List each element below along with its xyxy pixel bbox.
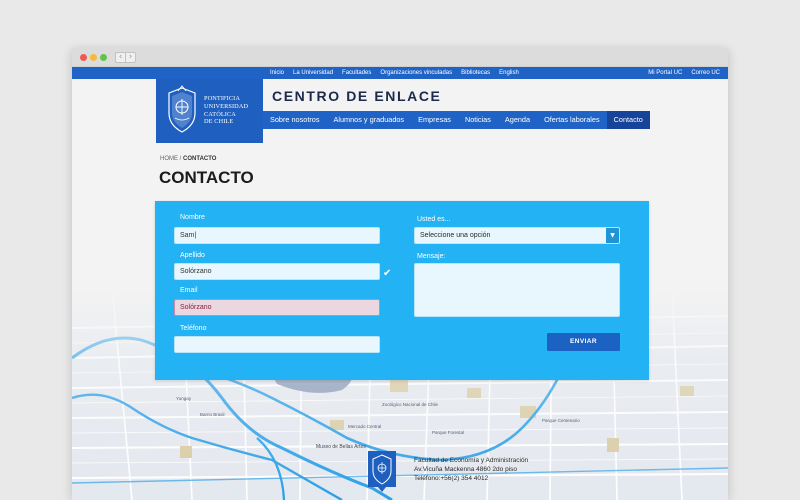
address-block: Facultad de Economía y Administración Av…	[414, 456, 574, 483]
breadcrumb: HOME / CONTACTO	[160, 156, 216, 162]
nav-item-noticias[interactable]: Noticias	[458, 111, 498, 129]
logo-line: CATÓLICA	[204, 110, 236, 118]
top-links: Inicio La Universidad Facultades Organiz…	[270, 67, 519, 79]
map-marker-logo[interactable]	[368, 451, 396, 487]
logo-line: UNIVERSIDAD	[204, 102, 249, 110]
telefono-label: Teléfono	[180, 325, 207, 332]
map-label: Museo de Bellas Artes	[316, 444, 366, 450]
nombre-field[interactable]: Sam|	[174, 227, 380, 244]
logo-line: DE CHILE	[204, 118, 234, 126]
top-links-right: Mi Portal UC Correo UC	[648, 67, 720, 79]
browser-window: ‹ › Inicio La Universidad Facultades Org…	[72, 48, 728, 500]
chevron-down-icon[interactable]: ▼	[606, 228, 619, 243]
map-label: Parque Centenario	[542, 418, 580, 423]
nav-item-empresas[interactable]: Empresas	[411, 111, 458, 129]
top-link-organizaciones[interactable]: Organizaciones vinculadas	[380, 67, 452, 79]
nav-item-sobre-nosotros[interactable]: Sobre nosotros	[263, 111, 327, 129]
top-link-universidad[interactable]: La Universidad	[293, 67, 333, 79]
close-window-dot[interactable]	[80, 54, 87, 61]
minimize-window-dot[interactable]	[90, 54, 97, 61]
email-field[interactable]: Solórzano	[174, 299, 380, 316]
maximize-window-dot[interactable]	[100, 54, 107, 61]
top-link-facultades[interactable]: Facultades	[342, 67, 371, 79]
map-label: Yungay	[176, 396, 192, 401]
browser-chrome: ‹ ›	[72, 48, 728, 67]
top-link-mi-portal[interactable]: Mi Portal UC	[648, 67, 682, 79]
site-title: CENTRO DE ENLACE	[272, 88, 442, 104]
mensaje-label: Mensaje:	[417, 253, 446, 260]
logo-text: PONTIFICIA UNIVERSIDAD CATÓLICA DE CHILE	[204, 95, 262, 126]
contact-form: Nombre Sam| Apellido Solórzano ✔ Email S…	[155, 201, 649, 380]
main-navigation: Sobre nosotros Alumnos y graduados Empre…	[263, 111, 650, 129]
map-label: Parque Forestal	[432, 430, 464, 435]
apellido-label: Apellido	[180, 252, 205, 259]
nav-item-agenda[interactable]: Agenda	[498, 111, 537, 129]
university-seal-icon	[168, 85, 196, 133]
breadcrumb-home[interactable]: HOME	[160, 156, 178, 162]
map-label: Barrio Brasil	[200, 412, 225, 417]
nav-item-contacto[interactable]: Contacto	[606, 111, 650, 129]
mensaje-textarea[interactable]	[414, 263, 620, 317]
email-label: Email	[180, 287, 198, 294]
top-utility-bar: Inicio La Universidad Facultades Organiz…	[72, 67, 728, 79]
map-label: Mercado Central	[348, 424, 381, 429]
telefono-field[interactable]	[174, 336, 380, 353]
top-link-correo[interactable]: Correo UC	[691, 67, 720, 79]
university-logo[interactable]: PONTIFICIA UNIVERSIDAD CATÓLICA DE CHILE	[156, 79, 263, 143]
breadcrumb-current: CONTACTO	[183, 156, 217, 162]
top-link-bibliotecas[interactable]: Bibliotecas	[461, 67, 490, 79]
valid-check-icon: ✔	[383, 268, 392, 279]
top-link-inicio[interactable]: Inicio	[270, 67, 284, 79]
usted-es-label: Usted es...	[417, 216, 451, 223]
university-seal-icon	[372, 454, 392, 485]
apellido-field[interactable]: Solórzano	[174, 263, 380, 280]
map-pin-icon	[378, 487, 386, 492]
top-link-english[interactable]: English	[499, 67, 519, 79]
address-line: Facultad de Economía y Administración	[414, 457, 529, 464]
map-label: Zoológico Nacional de Chile	[382, 402, 439, 407]
address-phone: Teléfono:+56(2) 354 4012	[414, 475, 489, 482]
logo-line: PONTIFICIA	[204, 95, 240, 102]
nombre-label: Nombre	[180, 214, 205, 221]
nav-item-alumnos[interactable]: Alumnos y graduados	[327, 111, 412, 129]
address-line: Av.Vicuña Mackenna 4860 2do piso	[414, 466, 517, 473]
nav-item-ofertas[interactable]: Ofertas laborales	[537, 111, 607, 129]
usted-es-selected-value: Seleccione una opción	[420, 232, 491, 239]
enviar-button[interactable]: ENVIAR	[547, 333, 620, 351]
page-title: CONTACTO	[159, 168, 254, 187]
forward-arrow-icon[interactable]: ›	[125, 52, 136, 63]
usted-es-select[interactable]: Seleccione una opción ▼	[414, 227, 620, 244]
